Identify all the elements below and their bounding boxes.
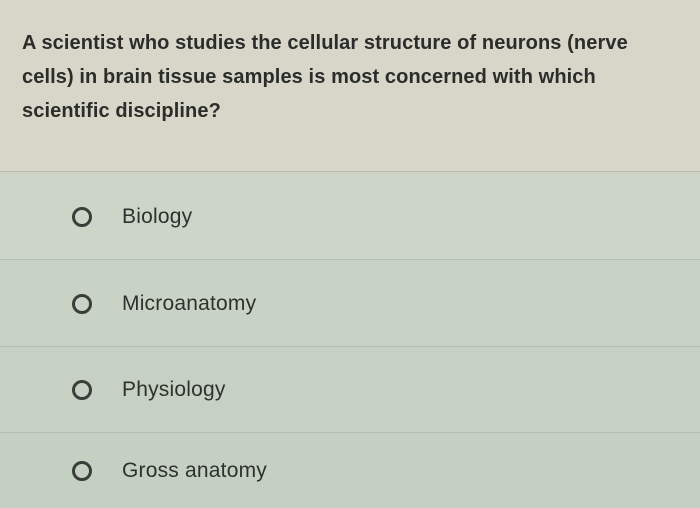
radio-button-icon[interactable] (72, 206, 92, 227)
answer-option-physiology[interactable]: Physiology (0, 347, 700, 433)
answer-option-label: Gross anatomy (122, 458, 267, 482)
question-panel: A scientist who studies the cellular str… (0, 0, 700, 172)
answer-option-biology[interactable]: Biology (0, 174, 700, 260)
question-text: A scientist who studies the cellular str… (22, 32, 628, 122)
quiz-page: A scientist who studies the cellular str… (0, 0, 700, 508)
answer-option-label: Microanatomy (122, 291, 257, 315)
answer-option-microanatomy[interactable]: Microanatomy (0, 261, 700, 347)
answer-option-gross-anatomy[interactable]: Gross anatomy (0, 433, 700, 508)
answer-option-label: Biology (122, 204, 193, 228)
radio-button-icon[interactable] (72, 460, 92, 481)
radio-button-icon[interactable] (72, 379, 92, 400)
answer-option-label: Physiology (122, 377, 226, 401)
radio-button-icon[interactable] (72, 293, 92, 314)
